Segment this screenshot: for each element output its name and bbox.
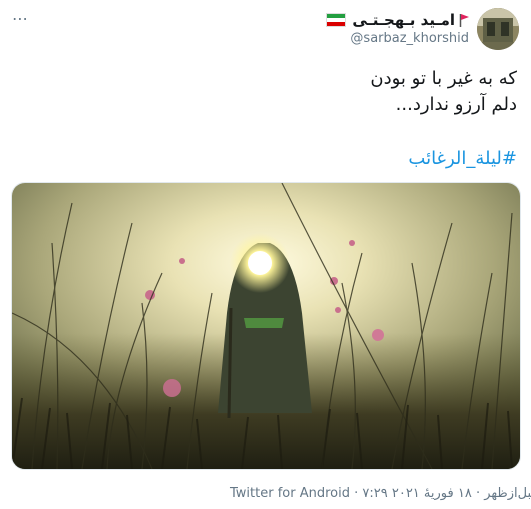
hashtag-link[interactable]: #ليلة_الرغائب — [408, 148, 517, 169]
tweet-footer: Twitter for Android · ۷:۲۹ قبل‌ازظهر · ۱… — [230, 486, 531, 501]
author-handle[interactable]: @sarbaz_khorshid — [326, 30, 469, 48]
iran-flag-icon — [326, 13, 347, 27]
tweet-text-line: که به غیر با تو بودن — [370, 68, 517, 89]
red-flag-icon — [459, 13, 469, 27]
avatar[interactable] — [477, 8, 519, 50]
tweet-text: که به غیر با تو بودن دلم آرزو ندارد... — [17, 66, 517, 118]
tweet-source[interactable]: Twitter for Android — [230, 486, 350, 501]
tweet-header: امـید بـهجـتـی @sarbaz_khorshid — [326, 8, 519, 50]
tweet-text-line: دلم آرزو ندارد... — [395, 94, 517, 115]
author-name[interactable]: امـید بـهجـتـی — [352, 11, 455, 29]
tweet-timestamp[interactable]: ۷:۲۹ قبل‌ازظهر · ۱۸ فوريهٔ ۲۰۲۱ — [362, 486, 531, 501]
author-block[interactable]: امـید بـهجـتـی @sarbaz_khorshid — [326, 10, 469, 48]
tweet-image[interactable] — [11, 182, 521, 470]
footer-separator: · — [349, 486, 363, 501]
more-options-icon[interactable]: ⋯ — [12, 11, 29, 27]
